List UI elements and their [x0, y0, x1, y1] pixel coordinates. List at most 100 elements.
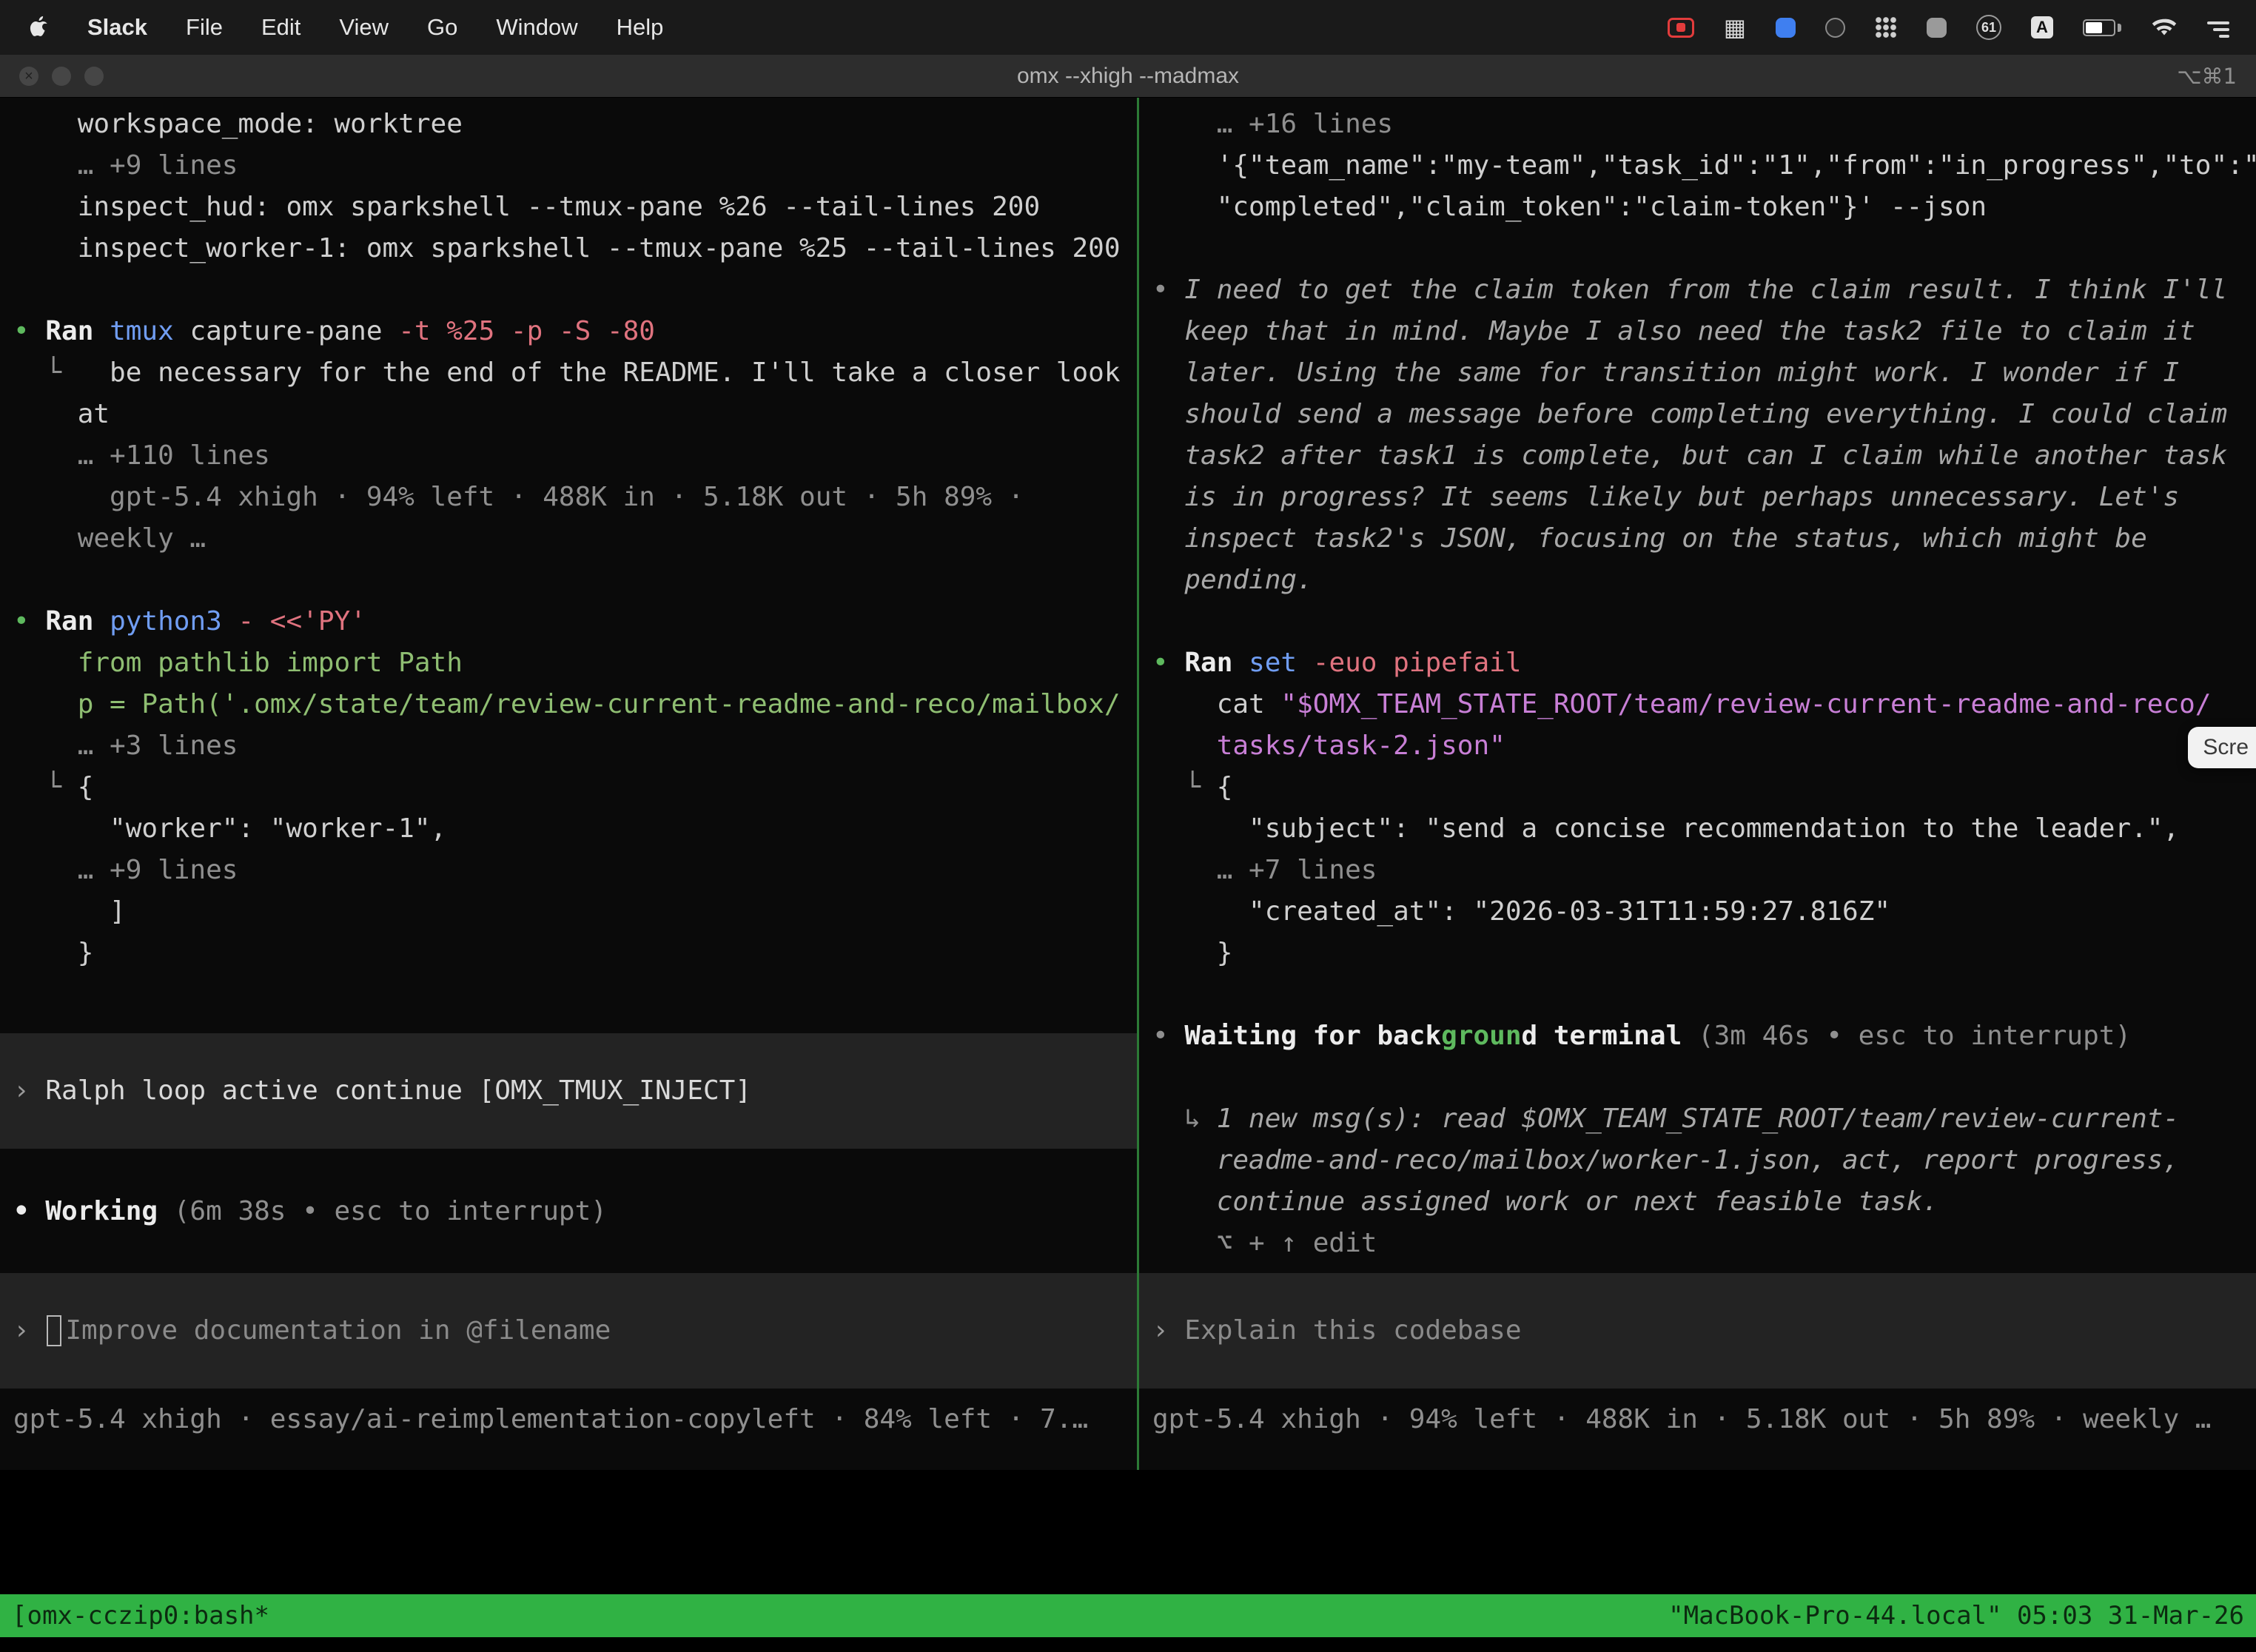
- terminal-line: … +16 lines: [1152, 104, 2256, 145]
- terminal-line: ]: [13, 891, 1137, 933]
- terminal-line: • Ran tmux capture-pane -t %25 -p -S -80: [13, 311, 1137, 352]
- terminal-line: from pathlib import Path: [13, 642, 1137, 684]
- left-working-status: • Working (6m 38s • esc to interrupt): [0, 1149, 1137, 1273]
- right-input-box[interactable]: › Explain this codebase: [1139, 1273, 2256, 1389]
- tmux-session-info: [omx-cczip0:bash*: [12, 1601, 1668, 1631]
- menu-bar-status-area: ▦ 61 A: [1668, 13, 2229, 41]
- terminal-line: … +9 lines: [13, 145, 1137, 187]
- terminal-line: inspect task2's JSON, focusing on the st…: [1152, 518, 2256, 560]
- right-pane: … +16 lines '{"team_name":"my-team","tas…: [1139, 98, 2256, 1470]
- working-detail: (6m 38s • esc to interrupt): [158, 1196, 607, 1226]
- left-pane-lines: workspace_mode: worktree … +9 lines insp…: [0, 104, 1137, 1033]
- terminal-line: [1152, 601, 2256, 642]
- terminal-line: is in progress? It seems likely but perh…: [1152, 477, 2256, 518]
- prompt-icon: ›: [13, 1310, 45, 1352]
- terminal-line: "created_at": "2026-03-31T11:59:27.816Z": [1152, 891, 2256, 933]
- apple-logo-icon[interactable]: [30, 16, 49, 39]
- window-title-bar: × omx --xhigh --madmax ⌥⌘1: [0, 55, 2256, 98]
- terminal-line: "completed","claim_token":"claim-token"}…: [1152, 187, 2256, 228]
- terminal-line: }: [1152, 933, 2256, 974]
- battery-icon[interactable]: [2083, 19, 2121, 36]
- terminal-line: … +110 lines: [13, 435, 1137, 477]
- signal-bars-icon[interactable]: [2207, 18, 2229, 38]
- left-pane: workspace_mode: worktree … +9 lines insp…: [0, 98, 1137, 1470]
- menu-view[interactable]: View: [339, 14, 389, 41]
- terminal-line: • Ran python3 - <<'PY': [13, 601, 1137, 642]
- terminal-line: ↳ 1 new msg(s): read $OMX_TEAM_STATE_ROO…: [1152, 1098, 2256, 1140]
- left-queued-message[interactable]: › Ralph loop active continue [OMX_TMUX_I…: [0, 1033, 1137, 1149]
- terminal-line: keep that in mind. Maybe I also need the…: [1152, 311, 2256, 352]
- app-blue-icon[interactable]: [1776, 18, 1796, 38]
- terminal-line: continue assigned work or next feasible …: [1152, 1181, 2256, 1223]
- menu-file[interactable]: File: [186, 14, 223, 41]
- terminal-line: '{"team_name":"my-team","task_id":"1","f…: [1152, 145, 2256, 187]
- tmux-host-and-time: "MacBook-Pro-44.local" 05:03 31-Mar-26: [1668, 1601, 2244, 1631]
- terminal-line: "worker": "worker-1",: [13, 808, 1137, 850]
- screen-recording-icon[interactable]: [1668, 18, 1694, 38]
- tmux-status-bar: [omx-cczip0:bash* "MacBook-Pro-44.local"…: [0, 1594, 2256, 1637]
- terminal-line: • Waiting for background terminal (3m 46…: [1152, 1015, 2256, 1057]
- terminal-line: gpt-5.4 xhigh · 94% left · 488K in · 5.1…: [13, 477, 1137, 518]
- window-close-button[interactable]: ×: [19, 67, 38, 86]
- terminal-line: tasks/task-2.json": [1152, 725, 2256, 767]
- terminal-line: └ {: [13, 767, 1137, 808]
- screenshot-popup-fragment[interactable]: Scre: [2188, 727, 2256, 768]
- menu-edit[interactable]: Edit: [261, 14, 301, 41]
- terminal-line: pending.: [1152, 560, 2256, 601]
- menu-go[interactable]: Go: [427, 14, 457, 41]
- window-shortcut-hint: ⌥⌘1: [2177, 64, 2237, 89]
- terminal-line: p = Path('.omx/state/team/review-current…: [13, 684, 1137, 725]
- terminal-line: weekly …: [13, 518, 1137, 560]
- terminal-line: … +9 lines: [13, 850, 1137, 891]
- terminal-line: … +3 lines: [13, 725, 1137, 767]
- terminal-line: [13, 269, 1137, 311]
- terminal-line: task2 after task1 is complete, but can I…: [1152, 435, 2256, 477]
- window-minimize-button[interactable]: [52, 67, 71, 86]
- app-dark-icon[interactable]: [1825, 18, 1845, 38]
- terminal-line: • Ran set -euo pipefail: [1152, 642, 2256, 684]
- working-bullet: •: [13, 1196, 45, 1226]
- menu-window[interactable]: Window: [496, 14, 577, 41]
- omx-status-line: [OMX#0.11.9] cczip/essay/ai-reimplementa…: [0, 1470, 2256, 1511]
- terminal-line: at: [13, 394, 1137, 435]
- menu-app-name[interactable]: Slack: [87, 14, 147, 41]
- window-zoom-button[interactable]: [84, 67, 104, 86]
- input-placeholder: Explain this codebase: [1184, 1310, 1521, 1352]
- wifi-icon[interactable]: [2151, 17, 2178, 38]
- bottom-strip: [0, 1637, 2256, 1652]
- menu-bar: Slack File Edit View Go Window Help ▦ 61…: [0, 0, 2256, 55]
- traffic-lights: ×: [19, 55, 104, 97]
- left-input-box[interactable]: › Improve documentation in @filename: [0, 1273, 1137, 1389]
- right-pane-status: gpt-5.4 xhigh · 94% left · 488K in · 5.1…: [1139, 1389, 2256, 1470]
- prompt-icon: ›: [13, 1070, 45, 1112]
- grid-icon[interactable]: ▦: [1724, 13, 1746, 41]
- terminal-line: [1152, 1057, 2256, 1098]
- terminal-line: └ be necessary for the end of the README…: [13, 352, 1137, 394]
- terminal-line: readme-and-reco/mailbox/worker-1.json, a…: [1152, 1140, 2256, 1181]
- right-pane-lines: … +16 lines '{"team_name":"my-team","tas…: [1139, 104, 2256, 1273]
- launchpad-icon[interactable]: [1875, 16, 1897, 38]
- terminal-line: }: [13, 933, 1137, 974]
- terminal-line: ⌥ + ↑ edit: [1152, 1223, 2256, 1264]
- terminal-line: └ {: [1152, 767, 2256, 808]
- terminal-line: inspect_worker-1: omx sparkshell --tmux-…: [13, 228, 1137, 269]
- bottom-gap: [0, 1511, 2256, 1594]
- input-source-icon[interactable]: A: [2031, 16, 2053, 38]
- prompt-icon: ›: [1152, 1310, 1184, 1352]
- left-pane-status: gpt-5.4 xhigh · essay/ai-reimplementatio…: [0, 1389, 1137, 1470]
- terminal-line: [13, 560, 1137, 601]
- app-gray-icon[interactable]: [1927, 18, 1947, 38]
- working-label: Working: [45, 1196, 158, 1226]
- terminal-line: later. Using the same for transition mig…: [1152, 352, 2256, 394]
- terminal-line: inspect_hud: omx sparkshell --tmux-pane …: [13, 187, 1137, 228]
- window-title: omx --xhigh --madmax: [1017, 64, 1239, 89]
- terminal-line: workspace_mode: worktree: [13, 104, 1137, 145]
- terminal-line: "subject": "send a concise recommendatio…: [1152, 808, 2256, 850]
- text-cursor-icon: [47, 1315, 61, 1346]
- terminal-window: workspace_mode: worktree … +9 lines insp…: [0, 98, 2256, 1470]
- badge-61-icon[interactable]: 61: [1976, 15, 2001, 40]
- menu-help[interactable]: Help: [617, 14, 664, 41]
- terminal-line: [1152, 974, 2256, 1015]
- terminal-line: cat "$OMX_TEAM_STATE_ROOT/team/review-cu…: [1152, 684, 2256, 725]
- terminal-line: • I need to get the claim token from the…: [1152, 269, 2256, 311]
